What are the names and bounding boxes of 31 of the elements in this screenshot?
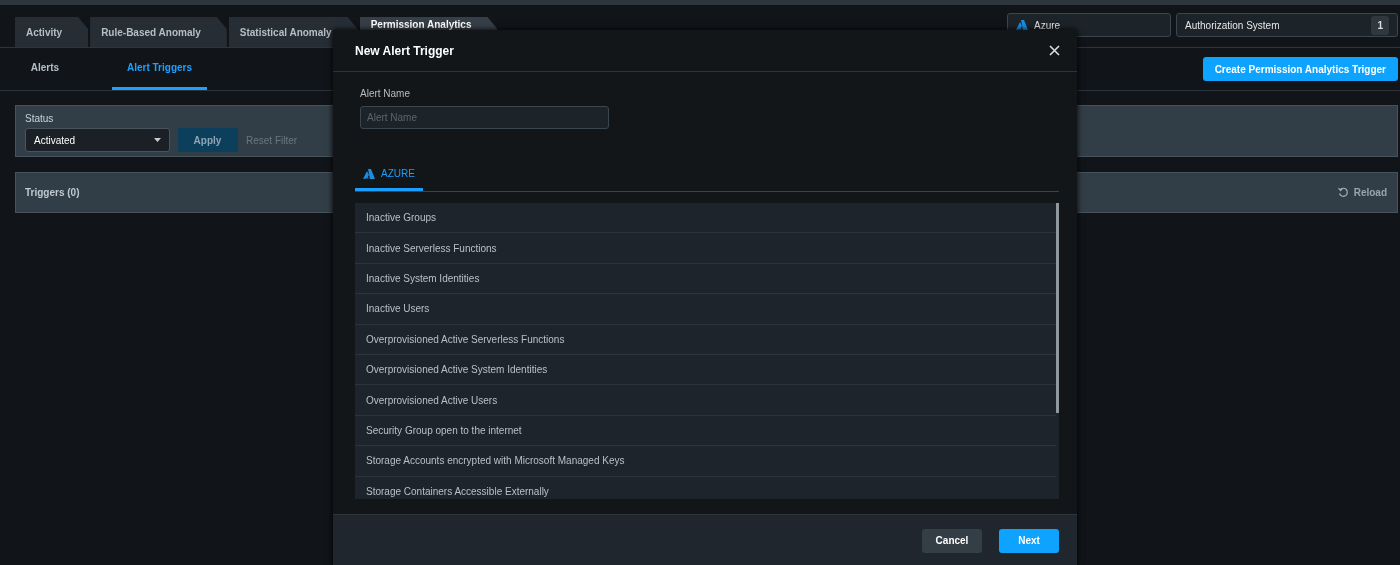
cancel-button[interactable]: Cancel [922, 528, 982, 553]
alert-name-field[interactable]: Alert Name [360, 106, 609, 129]
tab[interactable]: Activity [15, 17, 89, 47]
status-dropdown[interactable]: Activated [25, 128, 170, 152]
list-item[interactable]: Overprovisioned Active Serverless Functions [355, 324, 1056, 355]
status-label: Status [25, 111, 55, 126]
list-item[interactable]: Inactive System Identities [355, 263, 1056, 295]
reload-button[interactable]: Reload [1336, 184, 1388, 201]
close-icon[interactable] [1048, 44, 1061, 57]
list-item[interactable]: Overprovisioned Active Users [355, 385, 1056, 416]
tab[interactable]: Alerts [15, 48, 75, 90]
triggers-heading: Triggers (0) [25, 186, 80, 200]
apply-button[interactable]: Apply [177, 128, 238, 152]
reload-icon [1337, 187, 1349, 198]
tab[interactable]: Alert Triggers [112, 48, 208, 90]
list-item[interactable]: Overprovisioned Active System Identities [355, 354, 1056, 386]
authorization-system-selector[interactable]: Authorization System 1 [1176, 13, 1398, 37]
list-item[interactable]: Inactive Serverless Functions [355, 233, 1056, 264]
tab[interactable]: Statistical Anomaly [228, 17, 358, 47]
list-item[interactable]: Inactive Groups [355, 203, 1056, 234]
dialog-title: New Alert Trigger [355, 42, 454, 60]
caret-icon [154, 138, 161, 142]
list-item[interactable]: Inactive Users [355, 294, 1056, 325]
azure-logo-icon [1016, 20, 1028, 30]
list-item[interactable]: Storage Accounts encrypted with Microsoft Managed Keys [355, 446, 1056, 477]
count-badge: 1 [1371, 15, 1389, 35]
tab[interactable]: Rule-Based Anomaly [90, 17, 227, 47]
tab[interactable]: AZURE [355, 159, 423, 191]
list-item[interactable]: Security Group open to the internet [355, 415, 1056, 447]
field-label: Alert Name [360, 87, 411, 101]
azure-logo-icon [363, 168, 375, 179]
